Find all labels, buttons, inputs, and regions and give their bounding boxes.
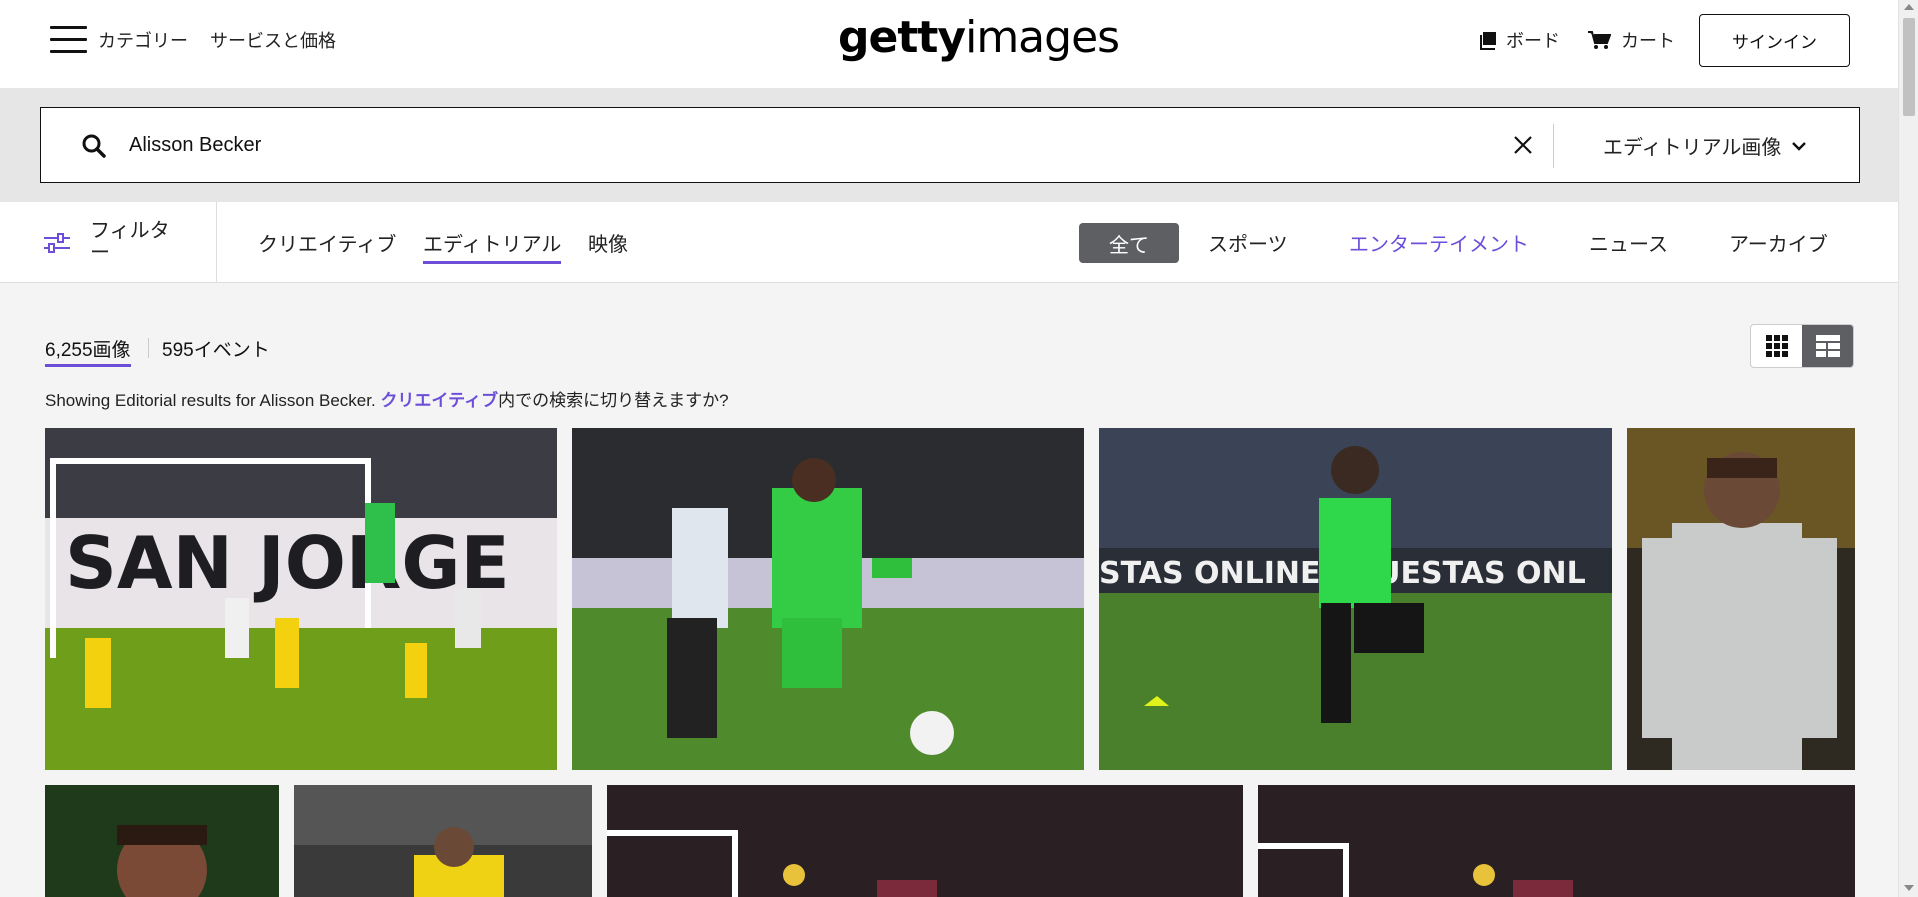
search-band: エディトリアル画像: [0, 88, 1898, 202]
cart-link[interactable]: カート: [1587, 27, 1675, 53]
filter-sliders-icon: [44, 233, 70, 253]
search-box: エディトリアル画像: [40, 107, 1860, 183]
tab-video[interactable]: 映像: [588, 228, 628, 261]
notice-suffix: 内での検索に切り替えますか?: [498, 391, 729, 410]
grid-icon: [1765, 335, 1788, 357]
cart-label: カート: [1621, 31, 1675, 51]
top-header: カテゴリー サービスと価格 gettyimages ボード カート サインイン: [0, 0, 1898, 88]
scroll-up-icon[interactable]: [1904, 4, 1914, 10]
editorial-notice: Showing Editorial results for Alisson Be…: [45, 386, 729, 411]
result-image[interactable]: [1258, 785, 1855, 897]
pricing-link[interactable]: サービスと価格: [210, 27, 336, 53]
mosaic-icon: [1815, 335, 1840, 357]
chevron-down-icon: [1792, 141, 1807, 151]
result-image[interactable]: [572, 428, 1084, 770]
categories-link[interactable]: カテゴリー: [98, 27, 188, 53]
search-divider: [1553, 124, 1554, 168]
category-all-chip[interactable]: 全て: [1079, 223, 1179, 263]
page: カテゴリー サービスと価格 gettyimages ボード カート サインイン: [0, 0, 1918, 897]
filter-button[interactable]: フィルター: [0, 202, 217, 283]
result-image[interactable]: STAS ONLINE APUESTAS ONL: [1099, 428, 1612, 770]
view-toggle: [1750, 324, 1854, 368]
scroll-thumb[interactable]: [1903, 18, 1915, 116]
clear-search-icon[interactable]: [1509, 131, 1537, 159]
result-image[interactable]: [45, 785, 279, 897]
result-image[interactable]: [607, 785, 1243, 897]
category-news[interactable]: ニュース: [1589, 228, 1668, 257]
board-icon: [1480, 32, 1496, 50]
category-sports[interactable]: スポーツ: [1208, 228, 1288, 257]
hamburger-menu-icon[interactable]: [50, 26, 87, 54]
search-icon[interactable]: [81, 133, 107, 159]
images-count-tab[interactable]: 6,255画像: [45, 335, 131, 367]
notice-prefix: Showing Editorial results for Alisson Be…: [45, 391, 381, 410]
gettyimages-logo[interactable]: gettyimages: [838, 12, 1120, 63]
filter-bar: フィルター クリエイティブ エディトリアル 映像 全て スポーツ エンターテイメ…: [0, 202, 1898, 283]
result-image[interactable]: [294, 785, 592, 897]
result-image[interactable]: SAN JORGE: [45, 428, 557, 770]
signin-button[interactable]: サインイン: [1699, 14, 1850, 67]
count-separator: [148, 338, 149, 358]
events-count-tab[interactable]: 595イベント: [162, 335, 270, 362]
cart-icon: [1588, 31, 1611, 49]
page-scrollbar[interactable]: [1898, 0, 1918, 897]
svg-text:SAN JORGE: SAN JORGE: [65, 521, 510, 605]
category-archive[interactable]: アーカイブ: [1729, 228, 1828, 257]
tab-creative[interactable]: クリエイティブ: [258, 228, 396, 261]
scroll-down-icon[interactable]: [1904, 885, 1914, 891]
mosaic-view-button[interactable]: [1802, 325, 1853, 367]
grid-view-button[interactable]: [1751, 325, 1802, 367]
result-image[interactable]: [1627, 428, 1855, 770]
switch-to-creative-link[interactable]: クリエイティブ: [380, 391, 498, 410]
tab-editorial[interactable]: エディトリアル: [423, 228, 562, 264]
category-entertainment[interactable]: エンターテイメント: [1349, 228, 1529, 257]
search-input[interactable]: [129, 126, 1429, 164]
boards-link[interactable]: ボード: [1480, 27, 1560, 53]
search-type-label: エディトリアル画像: [1603, 137, 1782, 159]
filter-label: フィルター: [90, 220, 170, 264]
search-type-dropdown[interactable]: エディトリアル画像: [1603, 131, 1807, 160]
boards-label: ボード: [1506, 31, 1560, 51]
